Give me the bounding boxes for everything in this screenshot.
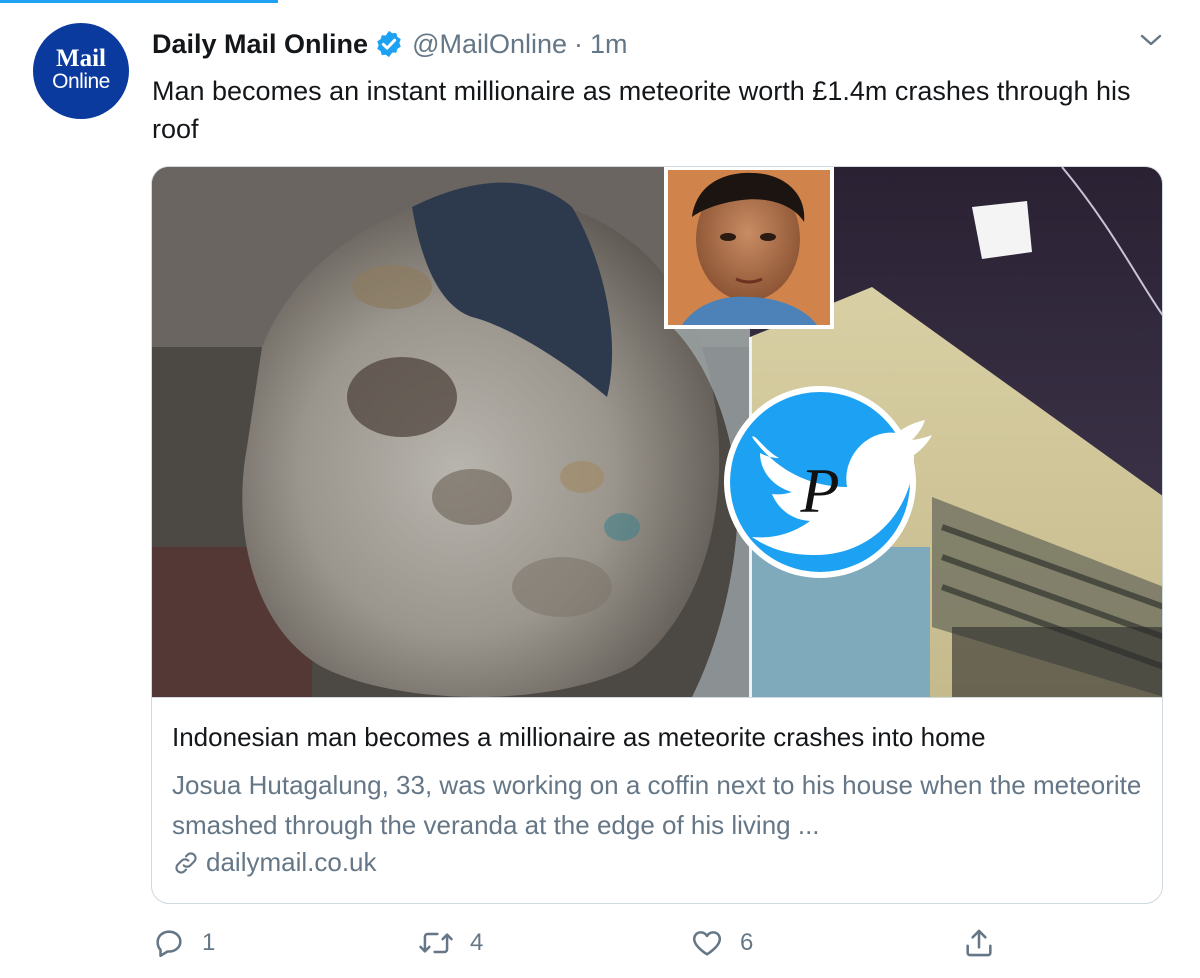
verified-badge-icon [377,30,401,58]
card-title[interactable]: Indonesian man becomes a millionaire as … [172,722,986,753]
card-domain[interactable]: dailymail.co.uk [172,847,377,878]
account-name[interactable]: Daily Mail Online [152,29,368,60]
retweet-button[interactable]: 4 [418,926,483,960]
tweet-text: Man becomes an instant millionaire as me… [152,76,1131,144]
reply-count: 1 [202,929,216,956]
card-domain-text: dailymail.co.uk [206,847,377,877]
link-card[interactable]: P Indonesian man becomes a millionaire a… [151,166,1163,904]
chevron-down-icon[interactable] [1134,26,1168,54]
share-button[interactable] [962,926,1012,960]
reply-icon [156,930,182,958]
share-icon [966,929,992,957]
tweet-header: Daily Mail Online @MailOnline · 1m [152,28,628,60]
retweet-icon [419,932,453,954]
separator-dot: · [574,28,584,59]
avatar-logo-line2: Online [52,69,110,93]
like-icon [692,931,722,956]
link-icon [175,851,197,874]
card-divider [152,697,1162,698]
account-handle[interactable]: @MailOnline [412,29,567,60]
timestamp[interactable]: 1m [590,29,628,60]
meteorite-photo-collage: P [152,167,1162,697]
like-count: 6 [740,929,754,956]
retweet-count: 4 [470,929,484,956]
active-tab-indicator [0,0,278,3]
svg-text:P: P [799,455,839,526]
like-button[interactable]: 6 [690,926,753,960]
reply-button[interactable]: 1 [152,926,215,960]
avatar-logo-line1: Mail [56,44,106,72]
avatar[interactable]: Mail Online [33,23,129,119]
card-image[interactable]: P [152,167,1162,697]
tweet-actions: 1 4 6 [0,926,1200,966]
card-description: Josua Hutagalung, 33, was working on a c… [172,770,1142,840]
